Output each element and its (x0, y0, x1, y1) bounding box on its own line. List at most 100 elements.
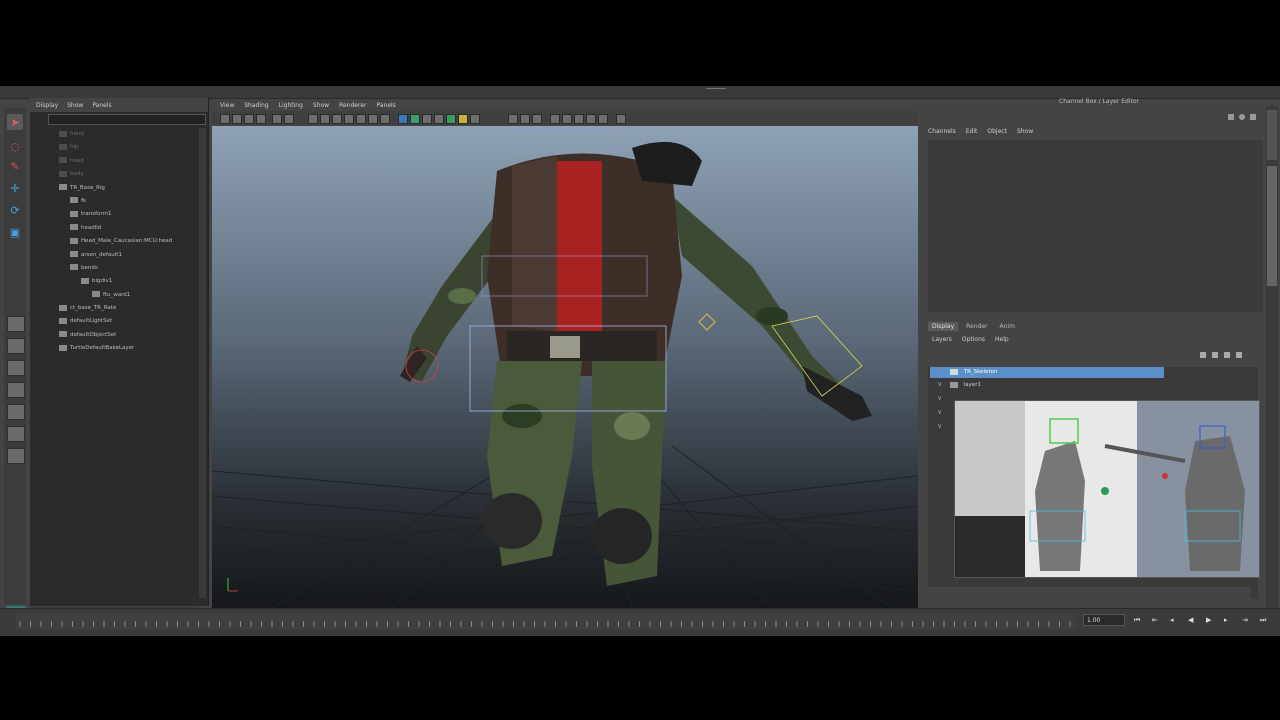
viewport-menu-view[interactable]: View (220, 102, 234, 109)
outliner-item[interactable]: fk (30, 195, 198, 208)
outliner-item[interactable]: head (30, 155, 198, 168)
visibility-toggle[interactable]: V (938, 410, 941, 416)
smooth-shade-icon[interactable] (320, 114, 330, 124)
outliner-item[interactable]: headlid (30, 222, 198, 235)
wireframe-on-shaded-icon[interactable] (332, 114, 342, 124)
move-layer-down-icon[interactable] (1212, 352, 1218, 358)
outliner-menu-display[interactable]: Display (36, 102, 58, 109)
new-layer-from-selection-icon[interactable] (1236, 352, 1242, 358)
outliner-item[interactable]: ftu_ward1 (30, 289, 198, 302)
outliner-item[interactable]: hip (30, 141, 198, 154)
outliner-item[interactable]: defaultLightSet (30, 315, 198, 328)
viewport-menu-renderer[interactable]: Renderer (339, 102, 366, 109)
camera-attributes-icon[interactable] (232, 114, 242, 124)
exposure-icon[interactable] (550, 114, 560, 124)
pole-vector-control[interactable] (698, 313, 716, 331)
camera-select-icon[interactable] (220, 114, 230, 124)
step-back-key-icon[interactable]: ⇤ (1152, 617, 1160, 624)
grid-toggle-icon[interactable] (272, 114, 282, 124)
layer-menu-help[interactable]: Help (995, 336, 1009, 343)
select-tool-icon[interactable]: ➤ (7, 114, 23, 130)
shadows-icon[interactable] (368, 114, 378, 124)
hypershade-layout-icon[interactable] (7, 426, 25, 442)
outliner-menu-panels[interactable]: Panels (92, 102, 111, 109)
step-forward-frame-icon[interactable]: ▸ (1224, 617, 1232, 624)
play-forwards-icon[interactable]: ▶ (1206, 617, 1214, 624)
pin-icon[interactable] (598, 114, 608, 124)
outliner-item[interactable]: bigdiv1 (30, 275, 198, 288)
pin-panel-icon[interactable] (1228, 114, 1234, 120)
depth-of-field-icon[interactable] (458, 114, 468, 124)
lasso-tool-icon[interactable]: ◌ (7, 138, 23, 154)
xray-icon[interactable] (380, 114, 390, 124)
viewport-menu-panels[interactable]: Panels (376, 102, 395, 109)
chest-control[interactable] (511, 129, 623, 153)
step-forward-key-icon[interactable]: ⇥ (1242, 617, 1250, 624)
attribute-editor-tab[interactable] (1267, 110, 1277, 160)
visibility-toggle[interactable]: V (938, 382, 941, 388)
visibility-toggle[interactable]: V (938, 424, 941, 430)
perspective-viewport[interactable] (212, 126, 918, 608)
gamma-icon[interactable] (562, 114, 572, 124)
resolution-gate-icon[interactable] (508, 114, 518, 124)
textured-icon[interactable] (344, 114, 354, 124)
viewport-menu-shading[interactable]: Shading (244, 102, 268, 109)
attribute-editor-icon[interactable] (1239, 114, 1245, 120)
graph-layout-icon[interactable] (7, 404, 25, 420)
outliner-vertical-scrollbar[interactable] (199, 128, 206, 598)
outliner-item[interactable]: Head_Male_Caucasian:MCU:head (30, 235, 198, 248)
outliner-persp-layout-icon[interactable] (7, 382, 25, 398)
viewport-menu-show[interactable]: Show (313, 102, 329, 109)
xray-joints-icon[interactable] (410, 114, 420, 124)
character-model[interactable] (400, 141, 872, 586)
outliner-item[interactable]: defaultObjectSet (30, 329, 198, 342)
safe-action-icon[interactable] (520, 114, 530, 124)
outliner-item[interactable]: body (30, 168, 198, 181)
tab-render[interactable]: Render (962, 322, 991, 331)
tab-display[interactable]: Display (928, 322, 959, 331)
go-to-start-icon[interactable]: ⏮ (1134, 617, 1142, 624)
outliner-item[interactable]: transform1 (30, 208, 198, 221)
outliner-item[interactable]: bends (30, 262, 198, 275)
layer-menu-layers[interactable]: Layers (932, 336, 952, 343)
outliner-search-input[interactable] (48, 114, 206, 125)
outliner-item[interactable]: arsen_default1 (30, 249, 198, 262)
isolate-select-icon[interactable] (398, 114, 408, 124)
move-tool-icon[interactable]: ✛ (7, 180, 23, 196)
outliner-item[interactable]: TR_Base_Rig (30, 182, 198, 195)
gate-mask-icon[interactable] (470, 114, 480, 124)
motion-blur-icon[interactable] (434, 114, 444, 124)
visibility-toggle[interactable]: V (938, 396, 941, 402)
move-layer-up-icon[interactable] (1200, 352, 1206, 358)
time-ruler[interactable] (16, 613, 1076, 629)
four-pane-layout-icon[interactable] (7, 338, 25, 354)
step-back-frame-icon[interactable]: ◂ (1170, 617, 1178, 624)
safe-title-icon[interactable] (532, 114, 542, 124)
play-backwards-icon[interactable]: ◀ (1188, 617, 1196, 624)
toggle-panel-icon[interactable] (616, 114, 626, 124)
scale-tool-icon[interactable]: ▣ (7, 224, 23, 240)
layer-row-selected[interactable]: TR_Skeleton (930, 367, 1164, 378)
single-pane-layout-icon[interactable] (7, 316, 25, 332)
channel-box-tab[interactable] (1267, 166, 1277, 286)
viewport-menu-lighting[interactable]: Lighting (279, 102, 303, 109)
outliner-menu-show[interactable]: Show (67, 102, 83, 109)
screen-space-ao-icon[interactable] (422, 114, 432, 124)
film-gate-icon[interactable] (284, 114, 294, 124)
channel-menu-show[interactable]: Show (1017, 128, 1033, 135)
script-layout-icon[interactable] (7, 448, 25, 464)
bookmark-icon[interactable] (244, 114, 254, 124)
paint-select-icon[interactable]: ✎ (7, 158, 23, 174)
outliner-item[interactable]: hand (30, 128, 198, 141)
wireframe-icon[interactable] (308, 114, 318, 124)
channel-menu-object[interactable]: Object (987, 128, 1007, 135)
go-to-end-icon[interactable]: ⏭ (1260, 617, 1268, 624)
rotate-tool-icon[interactable]: ⟳ (7, 202, 23, 218)
outliner-item[interactable]: TurtleDefaultBakeLayer (30, 342, 198, 355)
multisample-aa-icon[interactable] (446, 114, 456, 124)
channel-menu-channels[interactable]: Channels (928, 128, 956, 135)
outliner-item[interactable]: ct_base_TR_Rate (30, 302, 198, 315)
channel-menu-edit[interactable]: Edit (966, 128, 978, 135)
color-management-icon[interactable] (574, 114, 584, 124)
use-all-lights-icon[interactable] (356, 114, 366, 124)
